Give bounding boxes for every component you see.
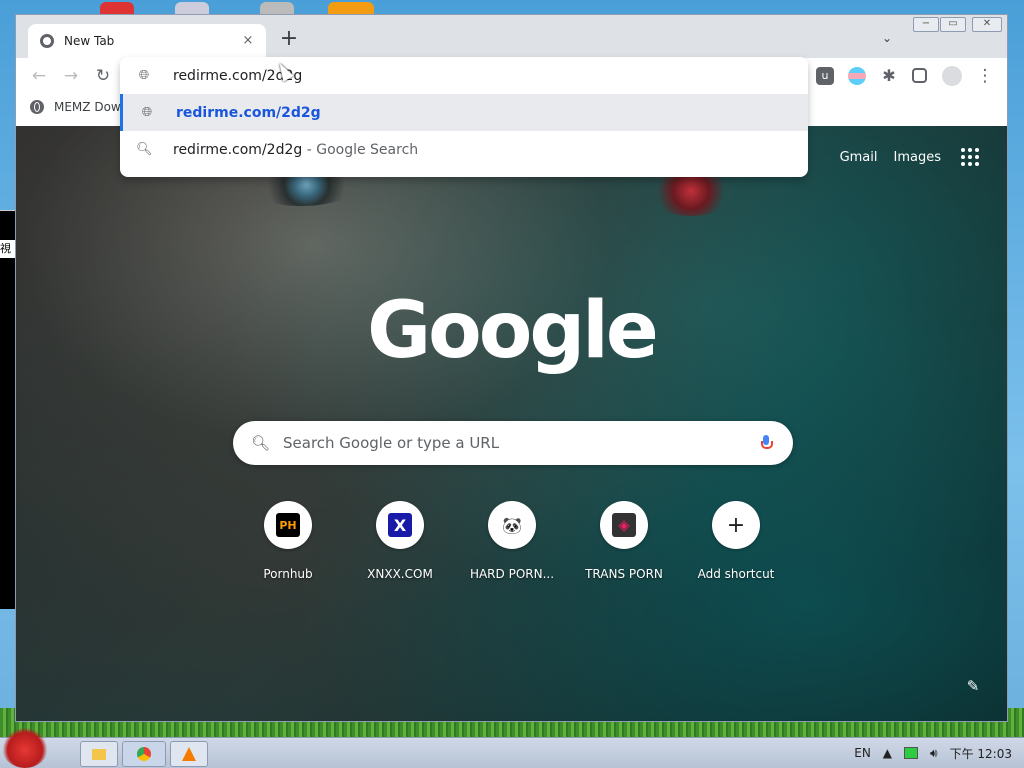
system-tray: EN ▲ 🔊︎ 下午 12:03 — [854, 738, 1024, 768]
apps-grid-icon[interactable] — [961, 148, 979, 166]
shortcut-hard-porn[interactable]: 🐼 HARD PORN... — [456, 501, 568, 581]
taskbar-vlc-button[interactable] — [170, 741, 208, 767]
shortcut-pornhub[interactable]: PH Pornhub — [232, 501, 344, 581]
forward-button[interactable]: → — [60, 65, 82, 87]
language-indicator[interactable]: EN — [854, 746, 871, 760]
globe-icon — [30, 100, 44, 114]
bookmark-label: MEMZ Dow — [54, 100, 121, 114]
shortcut-label: TRANS PORN — [585, 567, 663, 581]
trans-porn-icon: ◈ — [612, 513, 636, 537]
vlc-icon — [182, 747, 196, 761]
reload-button[interactable]: ↻ — [92, 65, 114, 87]
suggestion-text: redirme.com/2d2g — [173, 141, 303, 158]
background-window-text: 視 — [0, 240, 15, 258]
extension-flag-icon[interactable] — [848, 67, 866, 85]
shortcut-trans-porn[interactable]: ◈ TRANS PORN — [568, 501, 680, 581]
minimize-button[interactable]: − — [913, 17, 939, 32]
taskbar-folder-button[interactable] — [80, 741, 118, 767]
add-shortcut-button[interactable]: + Add shortcut — [680, 501, 792, 581]
chevron-up-icon[interactable]: ▲ — [883, 746, 892, 760]
shortcut-label: Pornhub — [263, 567, 313, 581]
shortcut-label: Add shortcut — [697, 567, 775, 581]
background-window — [0, 210, 15, 609]
chrome-icon — [40, 34, 54, 48]
volume-icon[interactable]: 🔊︎ — [930, 746, 938, 761]
pornhub-icon: PH — [276, 513, 300, 537]
globe-icon: 🌐︎ — [141, 105, 153, 120]
google-logo: Google — [367, 286, 659, 376]
puzzle-icon[interactable]: ✱ — [880, 67, 898, 85]
images-link[interactable]: Images — [894, 150, 942, 165]
panda-icon: 🐼 — [500, 513, 524, 537]
shortcut-xnxx[interactable]: X XNXX.COM — [344, 501, 456, 581]
menu-icon[interactable]: ⋮ — [974, 65, 996, 87]
pencil-icon[interactable]: ✎ — [963, 677, 983, 697]
taskbar: EN ▲ 🔊︎ 下午 12:03 — [0, 728, 1024, 768]
shortcut-label: XNXX.COM — [367, 567, 433, 581]
ublock-icon[interactable]: u — [816, 67, 834, 85]
search-box[interactable]: 🔍︎ Search Google or type a URL — [233, 421, 793, 465]
start-button[interactable] — [2, 728, 48, 768]
close-icon[interactable]: × — [240, 33, 256, 49]
omnibox-dropdown: 🌐︎ redirme.com/2d2g 🌐︎ redirme.com/2d2g … — [120, 57, 808, 177]
side-panel-icon[interactable] — [912, 68, 927, 83]
close-window-button[interactable]: ✕ — [972, 17, 1002, 32]
globe-icon: 🌐︎ — [138, 68, 150, 83]
shortcut-label: HARD PORN... — [469, 567, 555, 581]
suggestion-content: redirme.com/2d2g - Google Search — [173, 142, 418, 158]
suggestion-text: redirme.com/2d2g — [176, 104, 321, 121]
suggestion-url[interactable]: 🌐︎ redirme.com/2d2g — [120, 94, 808, 131]
tab-new-tab[interactable]: New Tab × — [28, 24, 266, 58]
new-tab-page: Gmail Images Google 🔍︎ Search Google or … — [16, 126, 1007, 721]
omnibox-input-row[interactable]: 🌐︎ redirme.com/2d2g — [120, 57, 808, 94]
tab-strip: New Tab × + ⌄ − ▭ ✕ — [16, 15, 1007, 58]
chrome-icon — [137, 747, 151, 761]
search-icon: 🔍︎ — [251, 434, 271, 452]
microphone-icon[interactable] — [761, 435, 773, 451]
new-tab-button[interactable]: + — [278, 28, 300, 51]
gmail-link[interactable]: Gmail — [840, 150, 878, 165]
tab-title: New Tab — [64, 34, 115, 48]
chevron-down-icon[interactable]: ⌄ — [882, 31, 892, 45]
bookmark-memz[interactable]: MEMZ Dow — [30, 100, 121, 114]
shortcuts: PH Pornhub X XNXX.COM 🐼 HARD PORN... ◈ T… — [232, 501, 792, 581]
maximize-button[interactable]: ▭ — [940, 17, 966, 32]
suggestion-hint: - Google Search — [302, 141, 419, 158]
plus-icon: + — [726, 512, 746, 538]
search-placeholder: Search Google or type a URL — [283, 434, 500, 452]
network-icon[interactable] — [904, 747, 919, 759]
search-icon: 🔍︎ — [136, 142, 153, 157]
suggestion-search[interactable]: 🔍︎ redirme.com/2d2g - Google Search — [120, 131, 808, 168]
profile-icon[interactable] — [942, 66, 962, 86]
folder-icon — [92, 748, 106, 760]
taskbar-chrome-button[interactable] — [122, 741, 166, 767]
back-button[interactable]: ← — [28, 65, 50, 87]
clock[interactable]: 下午 12:03 — [950, 745, 1012, 762]
xnxx-icon: X — [388, 513, 412, 537]
top-links: Gmail Images — [824, 148, 979, 166]
